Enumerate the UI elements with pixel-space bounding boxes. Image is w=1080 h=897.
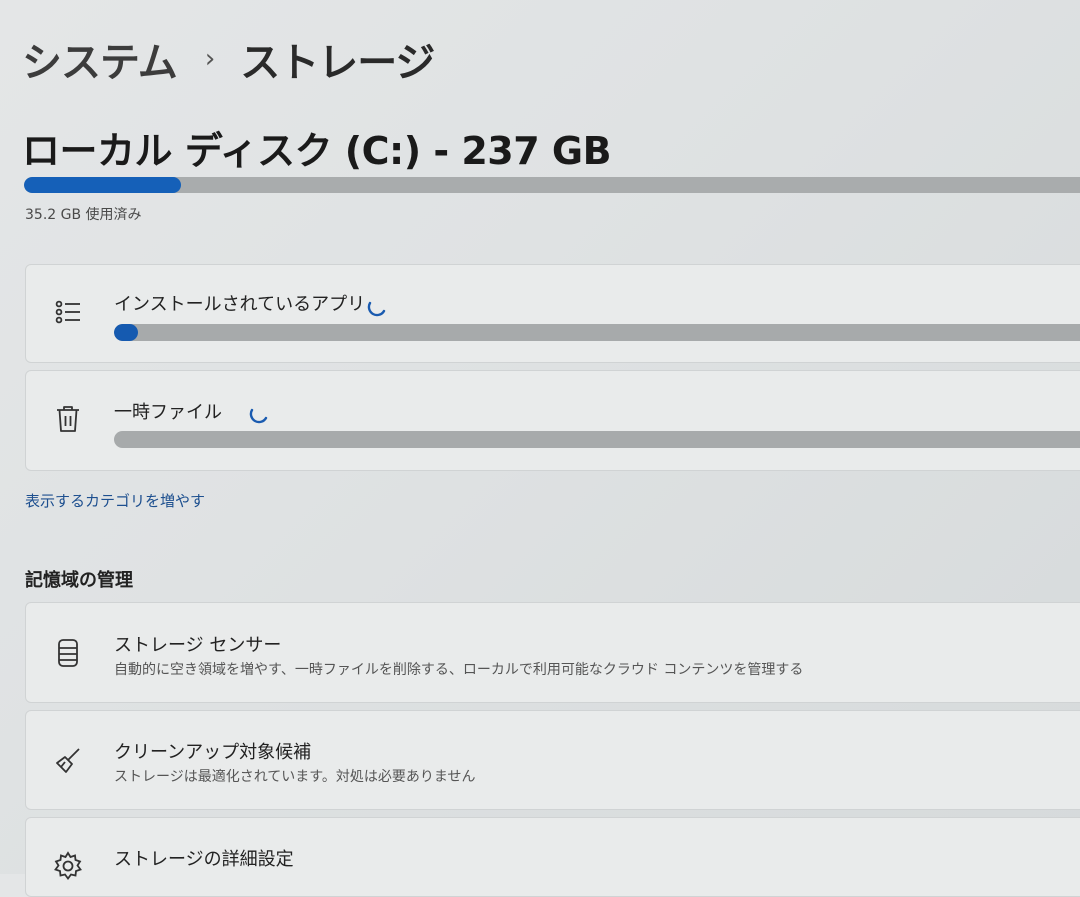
disk-title: ローカル ディスク (C:) - 237 GB bbox=[22, 129, 612, 173]
storage-management-heading: 記憶域の管理 bbox=[25, 570, 133, 591]
disk-usage-text: 35.2 GB 使用済み bbox=[25, 207, 142, 223]
breadcrumb-parent[interactable]: システム bbox=[22, 30, 178, 88]
breadcrumb-current: ストレージ bbox=[240, 40, 435, 86]
advanced-storage-settings-label: ストレージの詳細設定 bbox=[114, 849, 294, 870]
advanced-storage-settings-item[interactable]: ストレージの詳細設定 bbox=[25, 817, 1080, 897]
cleanup-recommendations-label: クリーンアップ対象候補 bbox=[114, 742, 312, 763]
disk-usage-fill bbox=[24, 177, 181, 193]
loading-spinner-icon bbox=[367, 301, 386, 317]
storage-sense-label: ストレージ センサー bbox=[114, 635, 282, 656]
breadcrumb: システム › ストレージ bbox=[22, 30, 435, 88]
cleanup-recommendations-item[interactable]: クリーンアップ対象候補 ストレージは最適化されています。対処は必要ありません bbox=[25, 710, 1080, 810]
category-label: インストールされているアプリ bbox=[114, 294, 366, 315]
trash-icon bbox=[52, 403, 84, 435]
category-label: 一時ファイル bbox=[114, 402, 222, 423]
category-usage-bar bbox=[114, 431, 1080, 448]
category-usage-fill bbox=[114, 324, 138, 341]
cleanup-recommendations-description: ストレージは最適化されています。対処は必要ありません bbox=[114, 769, 476, 785]
list-icon bbox=[52, 296, 84, 328]
show-more-categories-link[interactable]: 表示するカテゴリを増やす bbox=[25, 490, 205, 511]
broom-icon bbox=[52, 745, 84, 777]
storage-sense-description: 自動的に空き領域を増やす、一時ファイルを削除する、ローカルで利用可能なクラウド … bbox=[114, 662, 804, 678]
category-installed-apps[interactable]: インストールされているアプリ bbox=[25, 264, 1080, 363]
disk-usage-bar bbox=[24, 177, 1080, 193]
loading-spinner-icon bbox=[249, 408, 268, 424]
storage-sense-icon bbox=[52, 637, 84, 669]
storage-sense-item[interactable]: ストレージ センサー 自動的に空き領域を増やす、一時ファイルを削除する、ローカル… bbox=[25, 602, 1080, 703]
breadcrumb-separator-icon: › bbox=[204, 44, 215, 74]
category-usage-bar bbox=[114, 324, 1080, 341]
category-temp-files[interactable]: 一時ファイル bbox=[25, 370, 1080, 471]
gear-icon bbox=[52, 850, 84, 882]
